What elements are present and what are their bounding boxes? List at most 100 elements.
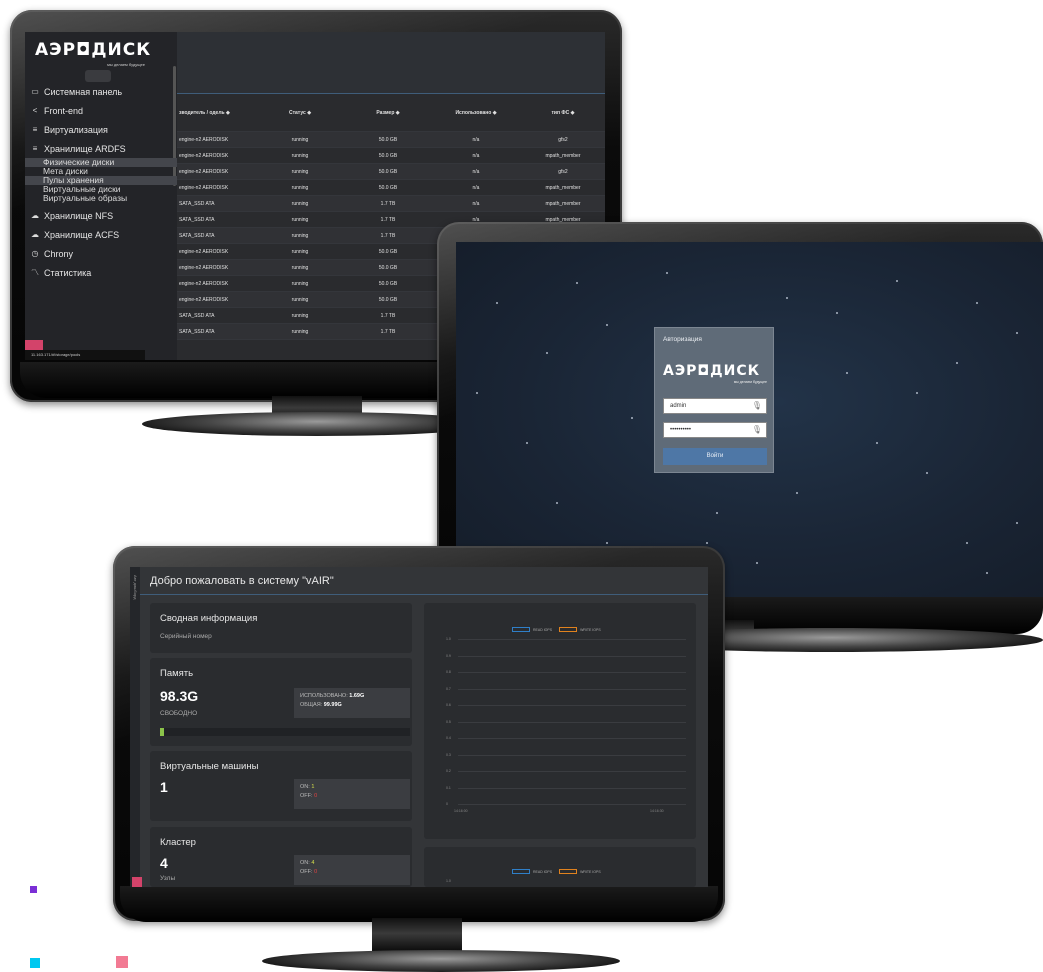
- y-tick: 0.5: [446, 719, 451, 724]
- legend-read-label: READ IOPS: [533, 627, 553, 632]
- table-cell: running: [291, 216, 309, 223]
- col-fstype-header[interactable]: тип ФС ◆: [519, 110, 605, 116]
- star: [916, 392, 918, 394]
- table-row[interactable]: engine-n2 AERODISK running 50.0 GB n/a mpath…: [177, 148, 605, 164]
- sidebar-item-label: Статистика: [44, 267, 92, 278]
- table-cell: mpath_member: [545, 200, 581, 207]
- memory-stats: ИСПОЛЬЗОВАНО: 1.69G ОБЩАЯ: 99.99G: [294, 688, 410, 718]
- cluster-count: 4: [160, 855, 168, 871]
- y-tick: 0.7: [446, 686, 451, 691]
- table-row[interactable]: engine-n2 AERODISK running 50.0 GB n/a mpath…: [177, 180, 605, 196]
- star: [1016, 522, 1018, 524]
- table-cell: SATA_SSD ATA: [179, 232, 215, 239]
- sidebar-item[interactable]: ≡ Хранилище ARDFS: [25, 139, 177, 158]
- table-cell: engine-n2 AERODISK: [179, 248, 229, 255]
- x-tick: 14:16:00: [454, 809, 468, 813]
- sidebar-item[interactable]: 〽 Статистика: [25, 263, 177, 282]
- page-title: Добро пожаловать в систему "vAIR": [150, 575, 334, 587]
- table-cell: engine-n2 AERODISK: [179, 280, 229, 287]
- clock-icon: ◷: [31, 248, 39, 258]
- table-cell: engine-n2 AERODISK: [179, 152, 229, 159]
- login-dialog: Авторизация АЭР◘ДИСК мы делаем будущее a…: [654, 327, 774, 473]
- summary-heading: Сводная информация: [160, 613, 258, 624]
- star: [496, 302, 498, 304]
- table-cell: running: [291, 280, 309, 287]
- sidebar-item[interactable]: ◷ Chrony: [25, 244, 177, 263]
- cloud-icon: ☁: [31, 210, 39, 220]
- table-cell: 1.7 TB: [380, 328, 396, 335]
- star: [926, 472, 928, 474]
- chart-legend: READ IOPS WRITE IOPS: [512, 869, 601, 874]
- vm-card: Виртуальные машины 1 ON: 1 OFF: 0: [150, 751, 412, 821]
- monitor-neck: [372, 918, 462, 952]
- table-cell: engine-n2 AERODISK: [179, 136, 229, 143]
- sidebar-item-label: Хранилище ARDFS: [44, 143, 126, 154]
- table-cell: 50.0 GB: [378, 152, 398, 159]
- avatar[interactable]: [85, 70, 111, 82]
- sidebar-item[interactable]: ▭ Системная панель: [25, 82, 177, 101]
- star: [716, 512, 718, 514]
- y-tick: 0.2: [446, 769, 451, 773]
- login-screen: Авторизация АЭР◘ДИСК мы делаем будущее a…: [456, 242, 1043, 597]
- star: [606, 324, 608, 326]
- col-used-header[interactable]: Использовано ◆: [431, 110, 519, 116]
- password-field[interactable]: •••••••••• 🎙: [663, 422, 767, 438]
- table-cell: running: [291, 264, 309, 271]
- table-cell: gfs2: [558, 136, 568, 143]
- sidebar-item[interactable]: ☁ Хранилище NFS: [25, 206, 177, 225]
- star: [706, 542, 708, 544]
- sidebar-item-label: Виртуализация: [44, 124, 108, 135]
- star: [986, 572, 988, 574]
- gridline: [458, 688, 686, 690]
- table-row[interactable]: engine-n2 AERODISK running 50.0 GB n/a gfs2: [177, 132, 605, 148]
- y-tick: 0.9: [446, 653, 451, 658]
- table-cell: SATA_SSD ATA: [179, 328, 215, 335]
- sidebar-item[interactable]: ≡ Виртуализация: [25, 120, 177, 139]
- table-row[interactable]: SATA_SSD ATA running 1.7 TB n/a mpath_member: [177, 196, 605, 212]
- sidebar-subitem[interactable]: Виртуальные образы: [25, 194, 177, 203]
- col-vendor-header[interactable]: зводитель / одель ◆: [177, 110, 255, 116]
- decor-square-pink: [116, 956, 128, 968]
- col-status-header[interactable]: Статус ◆: [255, 110, 343, 116]
- star: [896, 280, 898, 282]
- star: [666, 272, 668, 274]
- table-cell: 1.7 TB: [380, 312, 396, 319]
- col-size-header[interactable]: Размер ◆: [343, 110, 431, 116]
- sidebar-item[interactable]: ☁ Хранилище ACFS: [25, 225, 177, 244]
- login-button[interactable]: Войти: [663, 448, 767, 465]
- table-row[interactable]: engine-n2 AERODISK running 50.0 GB n/a gfs2: [177, 164, 605, 180]
- y-tick: 0.8: [446, 670, 451, 674]
- gridline: [458, 721, 686, 723]
- sidebar-item[interactable]: < Front-end: [25, 101, 177, 120]
- star: [966, 542, 968, 544]
- legend-write-label: WRITE IOPS: [580, 869, 601, 874]
- table-cell: 50.0 GB: [378, 264, 398, 271]
- table-cell: running: [291, 184, 309, 191]
- iops-chart-2: READ IOPS WRITE IOPS 1.0: [424, 847, 696, 887]
- table-cell: running: [291, 312, 309, 319]
- monitor-chin: [120, 886, 718, 922]
- memory-usage-bar: [160, 728, 410, 736]
- table-cell: SATA_SSD ATA: [179, 312, 215, 319]
- star: [756, 562, 758, 564]
- page-header: Добро пожаловать в систему "vAIR": [140, 567, 708, 595]
- y-tick: 0.6: [446, 703, 451, 707]
- collapsed-sidebar[interactable]: Авт дашборд: [130, 567, 140, 887]
- star: [876, 442, 878, 444]
- table-cell: SATA_SSD ATA: [179, 200, 215, 207]
- gridline: [458, 754, 686, 756]
- monitor-icon: ▭: [31, 86, 39, 96]
- aerodisk-logo: АЭР◘ДИСК мы делаем будущее: [663, 363, 767, 384]
- chart-icon: 〽: [31, 267, 39, 277]
- y-tick: 0.4: [446, 736, 451, 740]
- table-cell: n/a: [472, 168, 480, 175]
- star: [836, 312, 838, 314]
- table-cell: 1.7 TB: [380, 200, 396, 207]
- username-field[interactable]: admin 🎙: [663, 398, 767, 414]
- star: [796, 492, 798, 494]
- table-cell: 50.0 GB: [378, 168, 398, 175]
- table-cell: running: [291, 328, 309, 335]
- memory-card: Память 98.3G СВОБОДНО ИСПОЛЬЗОВАНО: 1.69…: [150, 658, 412, 746]
- memory-heading: Память: [160, 668, 194, 679]
- sidebar: АЭР◘ДИСК мы делаем будущее ▭ Системная па…: [25, 32, 177, 360]
